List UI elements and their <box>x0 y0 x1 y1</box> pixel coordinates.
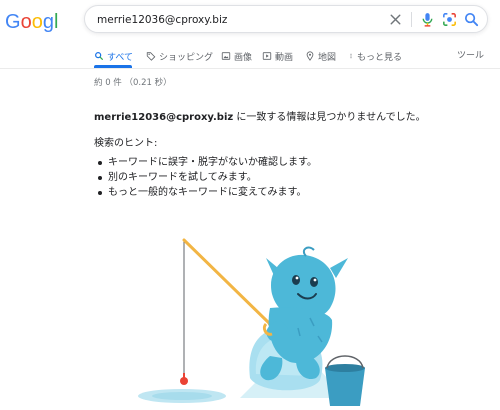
image-icon <box>221 52 231 60</box>
svg-text:Google: Google <box>5 11 59 33</box>
tab-label: 地図 <box>318 52 337 63</box>
ice-fishing-yeti-illustration <box>138 238 365 406</box>
more-vertical-icon <box>350 53 352 59</box>
bobber <box>180 373 188 385</box>
bucket <box>325 355 365 406</box>
tab-label: 動画 <box>275 52 294 63</box>
no-results-message: merrie12036@cproxy.biz に一致する情報は見つかりませんでし… <box>94 108 426 123</box>
camera-lens-icon[interactable] <box>441 11 458 28</box>
header-divider <box>0 68 500 69</box>
tab-more[interactable]: もっと見る <box>348 48 402 64</box>
tab-maps[interactable]: 地図 <box>305 48 336 64</box>
fishing-rod <box>182 238 272 326</box>
search-icon <box>95 52 103 60</box>
microphone-icon[interactable] <box>419 11 436 28</box>
hints-title: 検索のヒント: <box>94 138 158 149</box>
map-pin-icon <box>306 51 314 61</box>
result-stats: 約 0 件 （0.21 秒） <box>94 78 172 88</box>
search-tabs: すべて ショッピング 画像 動画 地図 もっと見る ツール <box>94 48 484 68</box>
tab-images[interactable]: 画像 <box>221 48 252 64</box>
no-results-text: に一致する情報は見つかりませんでした。 <box>233 112 426 123</box>
google-logo[interactable]: Google <box>5 8 59 34</box>
hint-item: もっと一般的なキーワードに変えてみます。 <box>94 185 317 200</box>
search-input[interactable] <box>97 11 377 28</box>
tab-videos[interactable]: 動画 <box>262 48 293 64</box>
hint-item: 別のキーワードを試してみます。 <box>94 170 317 185</box>
search-divider <box>411 12 412 27</box>
magnifier-icon[interactable] <box>463 11 480 28</box>
play-icon <box>262 52 272 60</box>
tab-label: 画像 <box>234 52 253 63</box>
close-icon[interactable] <box>387 11 404 28</box>
tab-label: すべて <box>107 52 134 63</box>
tab-shopping[interactable]: ショッピング <box>146 48 213 64</box>
tab-label: ショッピング <box>159 52 214 63</box>
search-box <box>84 5 488 33</box>
hints-list: キーワードに誤字・脱字がないか確認します。 別のキーワードを試してみます。 もっ… <box>94 155 317 200</box>
tab-label: もっと見る <box>357 52 403 63</box>
query-text: merrie12036@cproxy.biz <box>94 112 234 123</box>
tag-icon <box>146 52 156 61</box>
hint-item: キーワードに誤字・脱字がないか確認します。 <box>94 155 317 170</box>
tab-all[interactable]: すべて <box>94 48 133 64</box>
tools-button[interactable]: ツール <box>457 48 484 61</box>
